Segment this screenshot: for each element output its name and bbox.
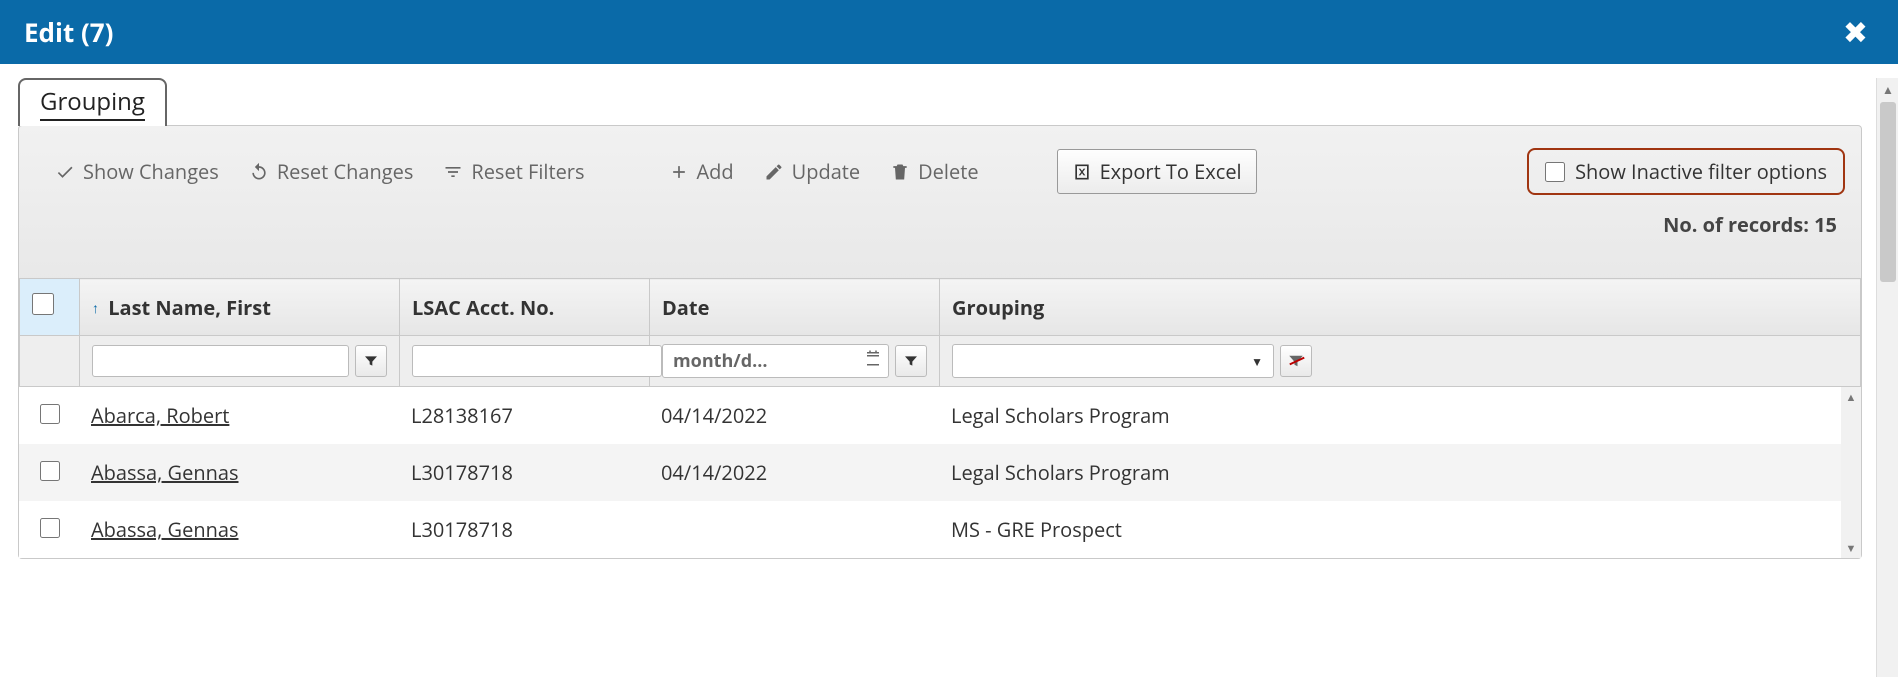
reset-changes-label: Reset Changes (277, 158, 414, 185)
grid-table: ↑ Last Name, First LSAC Acct. No. Date (19, 278, 1861, 387)
col-grouping-label: Grouping (952, 294, 1044, 321)
filter-acct-cell (400, 336, 650, 387)
calendar-icon[interactable] (864, 349, 882, 373)
grid-rows-table: Abarca, Robert L28138167 04/14/2022 Lega… (19, 387, 1861, 558)
filter-name-input[interactable] (92, 345, 349, 377)
grouping-cell: Legal Scholars Program (939, 387, 1861, 444)
filter-date-placeholder: month/d... (673, 349, 768, 373)
col-date-label: Date (662, 294, 709, 321)
tab-bar: Grouping (18, 78, 1862, 126)
grid: ↑ Last Name, First LSAC Acct. No. Date (19, 278, 1861, 558)
funnel-icon (363, 353, 379, 369)
scroll-thumb[interactable] (1880, 102, 1896, 282)
update-button[interactable]: Update (764, 158, 861, 185)
show-inactive-label: Show Inactive filter options (1575, 158, 1827, 185)
col-acct-label: LSAC Acct. No. (412, 294, 554, 321)
scroll-up-icon[interactable]: ▲ (1841, 387, 1861, 407)
toolbar-panel: Show Changes Reset Changes Reset Filters… (18, 125, 1862, 559)
select-all-cell[interactable] (20, 279, 80, 336)
date-cell: 04/14/2022 (649, 387, 939, 444)
scroll-down-icon[interactable]: ▼ (1841, 538, 1861, 558)
reset-filters-button[interactable]: Reset Filters (443, 158, 584, 185)
filter-grouping-cell: ▼ (940, 336, 1861, 387)
modal-body-wrap: ▲ ▼ Grouping Show Changes (0, 78, 1898, 677)
add-label: Add (697, 158, 734, 185)
delete-button[interactable]: Delete (890, 158, 978, 185)
filter-grouping-dropdown[interactable]: ▼ (952, 344, 1274, 378)
table-row: Abassa, Gennas L30178718 04/14/2022 Lega… (19, 444, 1861, 501)
scrollbar-inner[interactable]: ▲ ▼ (1841, 387, 1861, 558)
table-row: Abassa, Gennas L30178718 MS - GRE Prospe… (19, 501, 1861, 558)
update-label: Update (792, 158, 861, 185)
funnel-clear-icon (443, 162, 463, 182)
records-count: No. of records: 15 (19, 205, 1861, 278)
col-name-header[interactable]: ↑ Last Name, First (80, 279, 400, 336)
reset-changes-button[interactable]: Reset Changes (249, 158, 414, 185)
filter-cb-cell (20, 336, 80, 387)
acct-cell: L28138167 (399, 387, 649, 444)
export-excel-label: Export To Excel (1100, 158, 1242, 185)
row-checkbox[interactable] (40, 404, 60, 424)
modal-title: Edit (7) (24, 14, 113, 50)
funnel-icon (903, 353, 919, 369)
check-icon (55, 162, 75, 182)
plus-icon (669, 162, 689, 182)
acct-cell: L30178718 (399, 444, 649, 501)
delete-label: Delete (918, 158, 978, 185)
excel-icon (1072, 162, 1092, 182)
filter-row: month/d... (20, 336, 1861, 387)
toolbar: Show Changes Reset Changes Reset Filters… (19, 126, 1861, 205)
tab-grouping-label: Grouping (40, 85, 145, 121)
col-name-label: Last Name, First (108, 294, 271, 321)
add-button[interactable]: Add (669, 158, 734, 185)
acct-cell: L30178718 (399, 501, 649, 558)
scroll-up-icon[interactable]: ▲ (1877, 78, 1898, 100)
date-cell: 04/14/2022 (649, 444, 939, 501)
modal-body: Grouping Show Changes Reset Changes (18, 78, 1862, 559)
header-row: ↑ Last Name, First LSAC Acct. No. Date (20, 279, 1861, 336)
reset-filters-label: Reset Filters (471, 158, 584, 185)
name-link[interactable]: Abassa, Gennas (91, 516, 239, 543)
col-date-header[interactable]: Date (650, 279, 940, 336)
col-grouping-header[interactable]: Grouping (940, 279, 1861, 336)
modal-header: Edit (7) ✖ (0, 0, 1898, 64)
filter-grouping-clear-button[interactable] (1280, 345, 1312, 377)
trash-icon (890, 162, 910, 182)
close-icon[interactable]: ✖ (1837, 17, 1874, 47)
undo-icon (249, 162, 269, 182)
funnel-clear-icon (1287, 352, 1305, 370)
filter-date-button[interactable] (895, 345, 927, 377)
scrollbar-outer[interactable]: ▲ ▼ (1876, 78, 1898, 677)
sort-asc-icon: ↑ (92, 299, 99, 318)
filter-date-input[interactable]: month/d... (662, 344, 889, 378)
date-cell (649, 501, 939, 558)
export-excel-button[interactable]: Export To Excel (1057, 149, 1257, 194)
name-link[interactable]: Abarca, Robert (91, 402, 229, 429)
filter-name-cell (80, 336, 400, 387)
show-changes-label: Show Changes (83, 158, 219, 185)
filter-date-cell: month/d... (650, 336, 940, 387)
show-changes-button[interactable]: Show Changes (55, 158, 219, 185)
table-row: Abarca, Robert L28138167 04/14/2022 Lega… (19, 387, 1861, 444)
show-inactive-input[interactable] (1545, 162, 1565, 182)
row-checkbox[interactable] (40, 461, 60, 481)
filter-name-button[interactable] (355, 345, 387, 377)
edit-modal: Edit (7) ✖ ▲ ▼ Grouping Show Changes (0, 0, 1898, 677)
grid-rows-viewport: Abarca, Robert L28138167 04/14/2022 Lega… (19, 387, 1861, 558)
filter-acct-input[interactable] (412, 345, 662, 377)
row-checkbox[interactable] (40, 518, 60, 538)
pencil-icon (764, 162, 784, 182)
records-label: No. of records: (1663, 211, 1814, 238)
tab-grouping[interactable]: Grouping (18, 78, 167, 126)
show-inactive-checkbox[interactable]: Show Inactive filter options (1527, 148, 1845, 195)
chevron-down-icon: ▼ (1251, 353, 1263, 370)
records-value: 15 (1814, 211, 1837, 238)
scroll-down-icon[interactable]: ▼ (1877, 669, 1898, 677)
grouping-cell: Legal Scholars Program (939, 444, 1861, 501)
select-all-checkbox[interactable] (32, 293, 54, 315)
name-link[interactable]: Abassa, Gennas (91, 459, 239, 486)
grouping-cell: MS - GRE Prospect (939, 501, 1861, 558)
col-acct-header[interactable]: LSAC Acct. No. (400, 279, 650, 336)
